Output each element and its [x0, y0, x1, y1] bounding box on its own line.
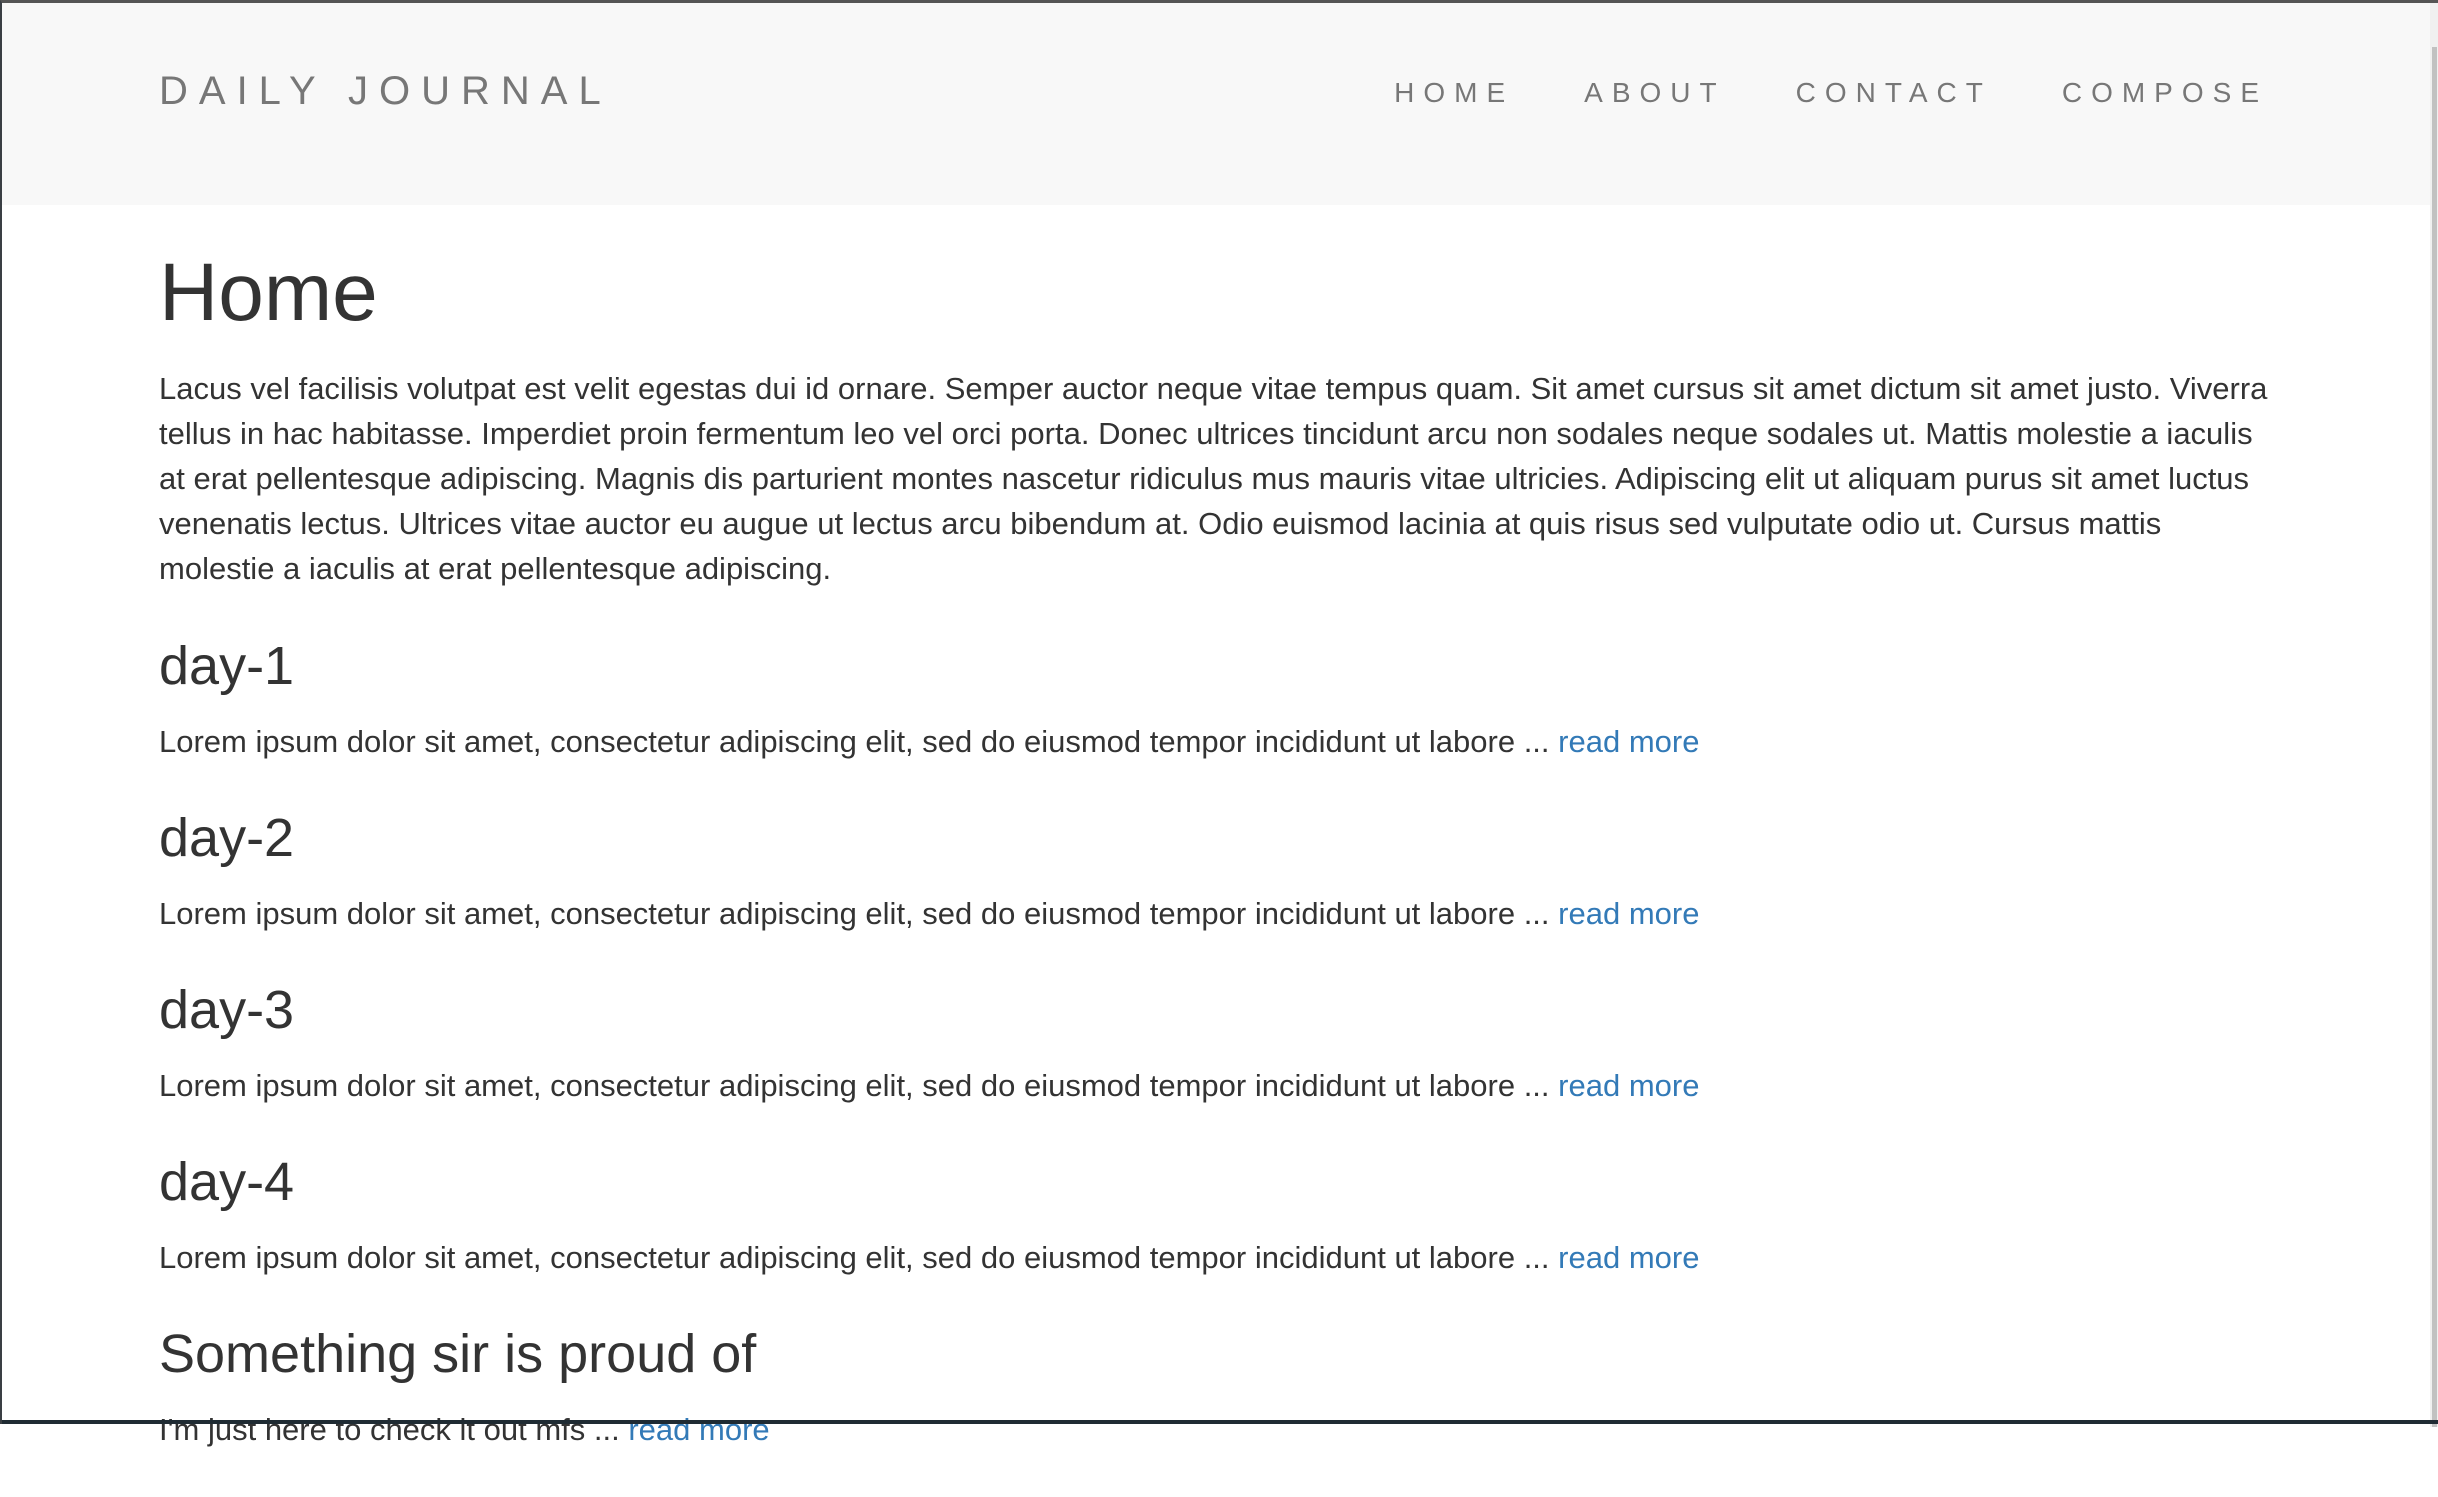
intro-text: Lacus vel facilisis volutpat est velit e…	[159, 371, 2268, 587]
main-content: Home Lacus vel facilisis volutpat est ve…	[159, 247, 2279, 1497]
post-title: Something sir is proud of	[159, 1324, 757, 1385]
post-item: day-3 Lorem ipsum dolor sit amet, consec…	[159, 980, 2279, 1153]
nav-links: HOME ABOUT CONTACT COMPOSE	[1394, 77, 2268, 109]
post-excerpt: I'm just here to check it out mfs ...	[159, 1411, 629, 1447]
post-item: day-1 Lorem ipsum dolor sit amet, consec…	[159, 636, 2279, 809]
post-title: day-3	[159, 980, 295, 1041]
navbar: DAILY JOURNAL HOME ABOUT CONTACT COMPOSE	[2, 3, 2432, 205]
brand-logo[interactable]: DAILY JOURNAL	[159, 69, 612, 114]
post-title: day-1	[159, 636, 295, 697]
nav-contact[interactable]: CONTACT	[1796, 77, 1992, 109]
read-more-link[interactable]: read more	[1558, 724, 1699, 759]
post-item: day-4 Lorem ipsum dolor sit amet, consec…	[159, 1152, 2279, 1325]
read-more-link[interactable]: read more	[628, 1412, 769, 1447]
scrollbar[interactable]	[2430, 3, 2438, 1427]
window-edge	[2, 1420, 2438, 1424]
scrollbar-thumb[interactable]	[2432, 47, 2437, 1427]
post-title: day-4	[159, 1152, 295, 1213]
post-item: Something sir is proud of I'm just here …	[159, 1324, 2279, 1497]
post-excerpt: Lorem ipsum dolor sit amet, consectetur …	[159, 723, 1559, 759]
post-excerpt: Lorem ipsum dolor sit amet, consectetur …	[159, 1067, 1559, 1103]
post-excerpt: Lorem ipsum dolor sit amet, consectetur …	[159, 1239, 1559, 1275]
read-more-link[interactable]: read more	[1558, 1068, 1699, 1103]
nav-home[interactable]: HOME	[1394, 77, 1514, 109]
post-excerpt: Lorem ipsum dolor sit amet, consectetur …	[159, 895, 1559, 931]
post-item: day-2 Lorem ipsum dolor sit amet, consec…	[159, 808, 2279, 981]
page-title: Home	[159, 247, 378, 338]
post-title: day-2	[159, 808, 295, 869]
read-more-link[interactable]: read more	[1558, 896, 1699, 931]
nav-compose[interactable]: COMPOSE	[2062, 77, 2268, 109]
read-more-link[interactable]: read more	[1558, 1240, 1699, 1275]
nav-about[interactable]: ABOUT	[1584, 77, 1725, 109]
